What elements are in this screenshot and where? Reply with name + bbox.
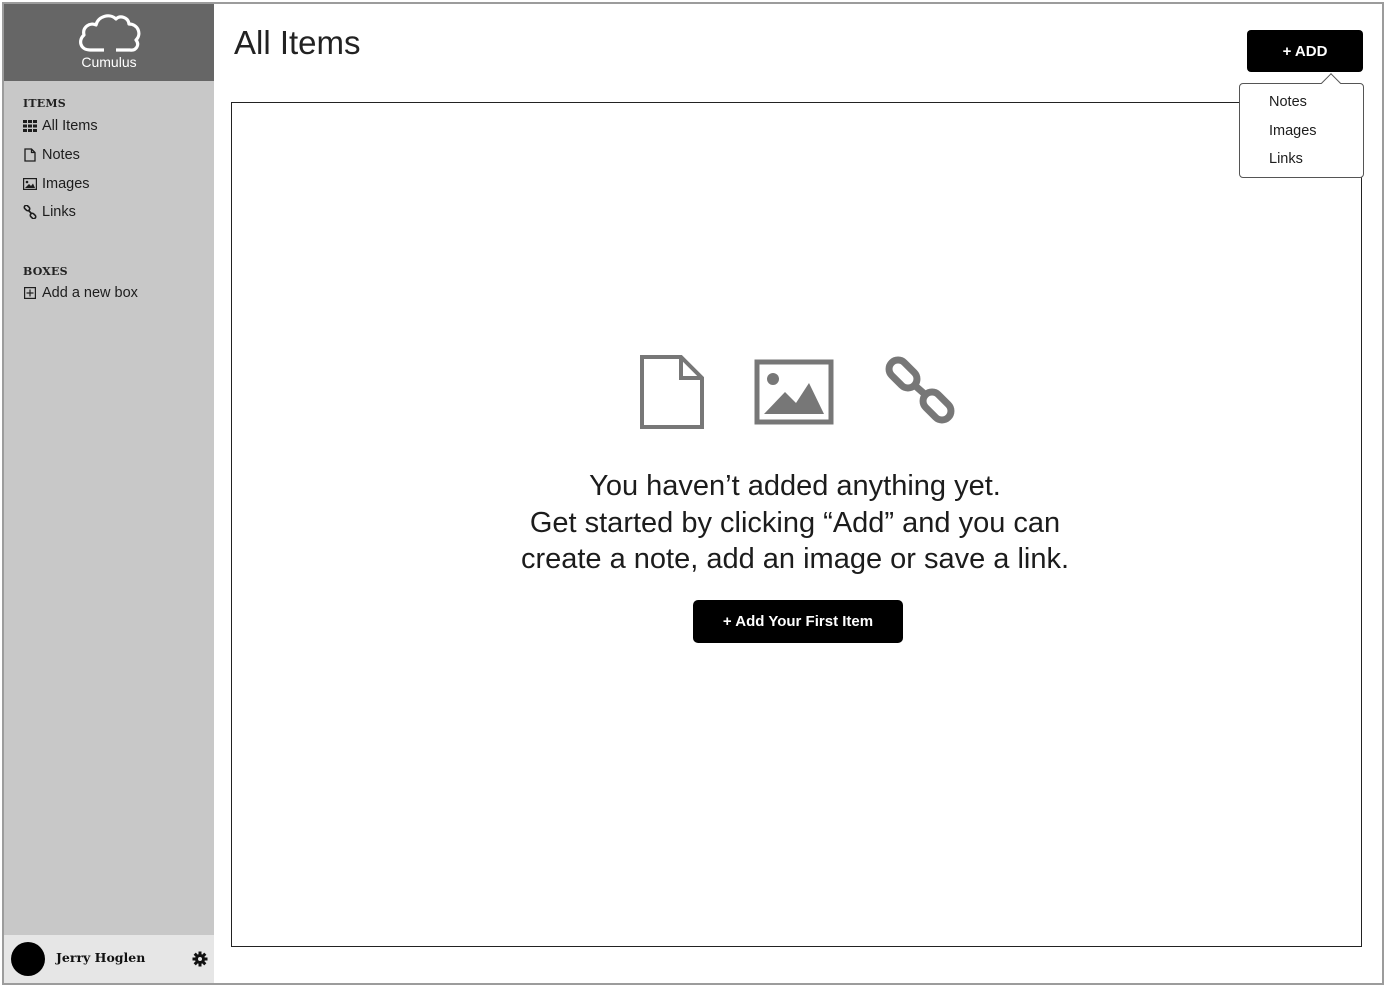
add-first-item-button[interactable]: + Add Your First Item	[693, 600, 903, 643]
empty-state-message: You haven’t added anything yet. Get star…	[430, 468, 1160, 578]
user-name: Jerry Hoglen	[56, 950, 146, 965]
add-box-button[interactable]: Add a new box	[23, 282, 138, 304]
sidebar-item-label: All Items	[42, 118, 98, 134]
items-section-heading: ITEMS	[23, 97, 66, 110]
link-icon	[885, 356, 955, 424]
avatar[interactable]	[11, 942, 45, 976]
add-menu-item-notes[interactable]: Notes	[1269, 94, 1307, 110]
add-box-label: Add a new box	[42, 285, 138, 301]
page-title: All Items	[234, 24, 361, 61]
brand-name: Cumulus	[81, 54, 137, 70]
plus-square-icon	[23, 286, 37, 300]
sidebar-item-all-items[interactable]: All Items	[23, 115, 98, 137]
cloud-logo-icon	[79, 14, 141, 52]
add-dropdown-menu: Notes Images Links	[1239, 73, 1364, 178]
document-icon	[23, 148, 37, 162]
empty-state-line: create a note, add an image or save a li…	[520, 543, 1070, 575]
sidebar-item-label: Links	[42, 204, 76, 220]
document-icon	[640, 355, 704, 429]
sidebar-item-label: Images	[42, 176, 90, 192]
sidebar-item-links[interactable]: Links	[23, 201, 76, 223]
add-menu-item-links[interactable]: Links	[1269, 151, 1303, 167]
add-menu-item-images[interactable]: Images	[1269, 123, 1317, 139]
sidebar-item-images[interactable]: Images	[23, 173, 90, 195]
boxes-section-heading: BOXES	[23, 265, 68, 278]
add-button[interactable]: + ADD	[1247, 30, 1363, 72]
empty-state-line: Get started by clicking “Add” and you ca…	[529, 506, 1061, 539]
gear-icon[interactable]	[192, 951, 208, 967]
link-icon	[23, 205, 37, 219]
image-icon	[754, 359, 834, 425]
image-icon	[23, 177, 37, 191]
sidebar-item-notes[interactable]: Notes	[23, 144, 80, 166]
empty-state-line: You haven’t added anything yet.	[589, 470, 1001, 502]
brand-header[interactable]: Cumulus	[4, 4, 214, 81]
user-bar: Jerry Hoglen	[4, 935, 214, 983]
grid-icon	[23, 119, 37, 133]
sidebar-item-label: Notes	[42, 147, 80, 163]
sidebar: Cumulus ITEMS All Items Notes Images Lin…	[4, 4, 214, 983]
